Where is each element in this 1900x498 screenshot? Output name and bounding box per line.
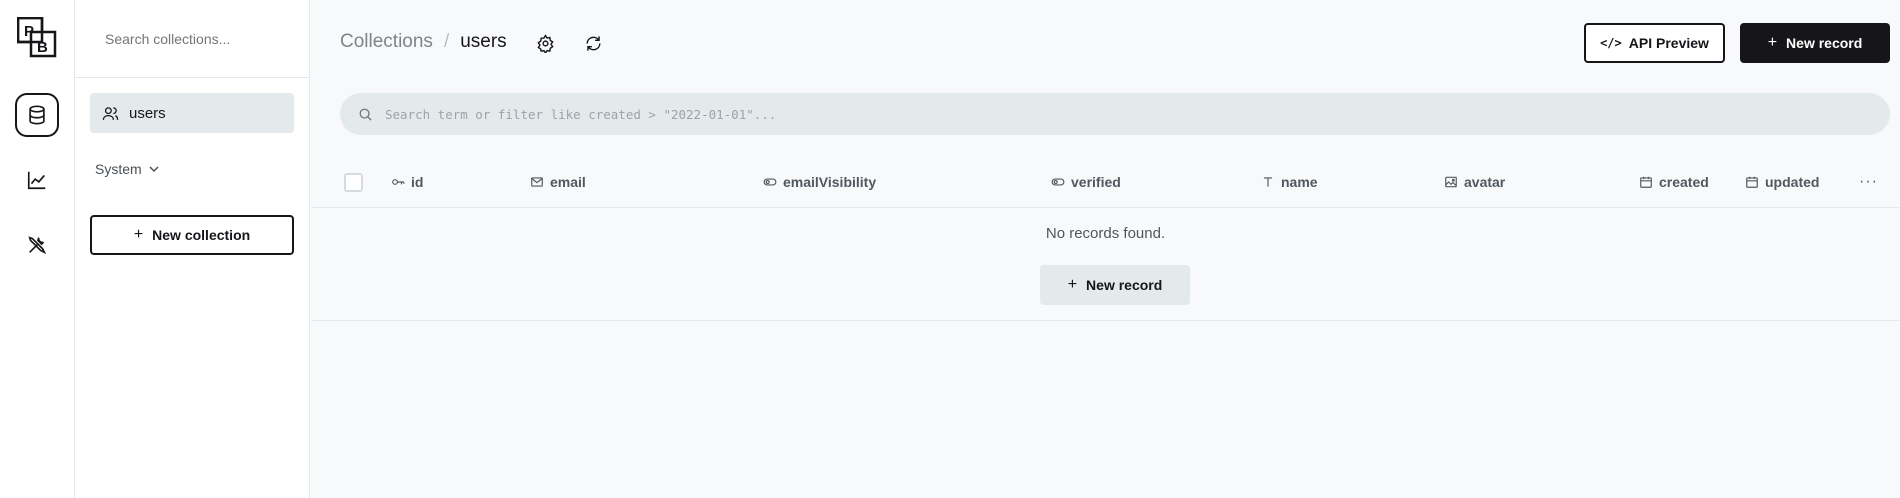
table-header: id email emailVisibility verified name a…: [311, 161, 1900, 208]
breadcrumb-root[interactable]: Collections: [340, 31, 433, 53]
column-label: emailVisibility: [783, 174, 877, 190]
column-header-created[interactable]: created: [1639, 174, 1709, 190]
collections-search[interactable]: [75, 0, 310, 78]
rail-collections-button[interactable]: [15, 93, 59, 137]
empty-new-record-label: New record: [1086, 277, 1163, 293]
toggle-icon: [1051, 178, 1065, 186]
database-icon: [29, 105, 45, 125]
column-label: name: [1281, 174, 1318, 190]
column-label: updated: [1765, 174, 1820, 190]
logo[interactable]: P B: [17, 17, 59, 59]
plus-icon: +: [1067, 276, 1078, 293]
new-record-label: New record: [1786, 35, 1863, 51]
column-label: id: [411, 174, 424, 190]
system-collections-toggle[interactable]: System: [95, 161, 160, 177]
column-header-verified[interactable]: verified: [1051, 174, 1121, 190]
more-columns-icon[interactable]: ···: [1859, 173, 1878, 191]
column-header-email[interactable]: email: [530, 174, 586, 190]
column-label: avatar: [1464, 174, 1506, 190]
key-icon: [392, 179, 405, 185]
column-header-emailvisibility[interactable]: emailVisibility: [763, 174, 876, 190]
chart-line-icon: [27, 171, 46, 190]
search-icon: [359, 108, 372, 121]
system-label: System: [95, 161, 142, 177]
column-header-avatar[interactable]: avatar: [1444, 174, 1505, 190]
breadcrumb-separator: /: [443, 31, 450, 52]
mail-icon: [531, 177, 543, 187]
tools-icon: [28, 236, 47, 255]
records-search-bar[interactable]: [340, 93, 1890, 135]
calendar-icon: [1640, 176, 1652, 188]
empty-new-record-button[interactable]: + New record: [1040, 265, 1190, 305]
collection-settings-button[interactable]: [533, 31, 557, 55]
logo-letter-p: P: [24, 23, 34, 40]
rail-settings-button[interactable]: [15, 223, 59, 267]
column-header-name[interactable]: name: [1261, 174, 1318, 190]
chevron-down-icon: [149, 166, 159, 173]
main-panel: Collections / users </> API Preview + Ne…: [311, 0, 1900, 498]
column-header-id[interactable]: id: [391, 174, 423, 190]
api-preview-button[interactable]: </> API Preview: [1584, 23, 1725, 63]
code-icon: </>: [1600, 36, 1622, 50]
empty-state-row: No records found. + New record: [311, 208, 1900, 321]
sidebar-item-label: users: [129, 104, 166, 122]
empty-state-text: No records found.: [1045, 225, 1166, 242]
toggle-icon: [763, 178, 777, 186]
records-search-input[interactable]: [385, 106, 1835, 122]
refresh-icon: [585, 35, 601, 51]
gear-icon: [536, 33, 554, 53]
new-collection-button[interactable]: + New collection: [90, 215, 294, 255]
text-icon: [1263, 177, 1273, 187]
column-header-updated[interactable]: updated: [1745, 174, 1819, 190]
new-record-button[interactable]: + New record: [1740, 23, 1890, 63]
collections-sidebar: users System + New collection: [75, 0, 310, 498]
collections-search-input[interactable]: [105, 30, 295, 47]
image-icon: [1445, 176, 1457, 188]
new-collection-label: New collection: [152, 227, 251, 243]
users-icon: [102, 106, 119, 120]
column-label: verified: [1071, 174, 1121, 190]
breadcrumb: Collections / users: [340, 31, 507, 53]
plus-icon: +: [1767, 34, 1778, 51]
logo-letter-b: B: [37, 39, 48, 56]
breadcrumb-current: users: [460, 31, 507, 52]
sidebar-item-users[interactable]: users: [90, 93, 294, 133]
calendar-icon: [1746, 176, 1758, 188]
column-label: email: [550, 174, 586, 190]
rail-logs-button[interactable]: [15, 158, 59, 202]
api-preview-label: API Preview: [1628, 35, 1709, 51]
plus-icon: +: [133, 226, 144, 243]
refresh-button[interactable]: [581, 31, 605, 55]
select-all-checkbox[interactable]: [344, 173, 363, 192]
icon-rail: P B: [0, 0, 75, 498]
column-label: created: [1659, 174, 1709, 190]
